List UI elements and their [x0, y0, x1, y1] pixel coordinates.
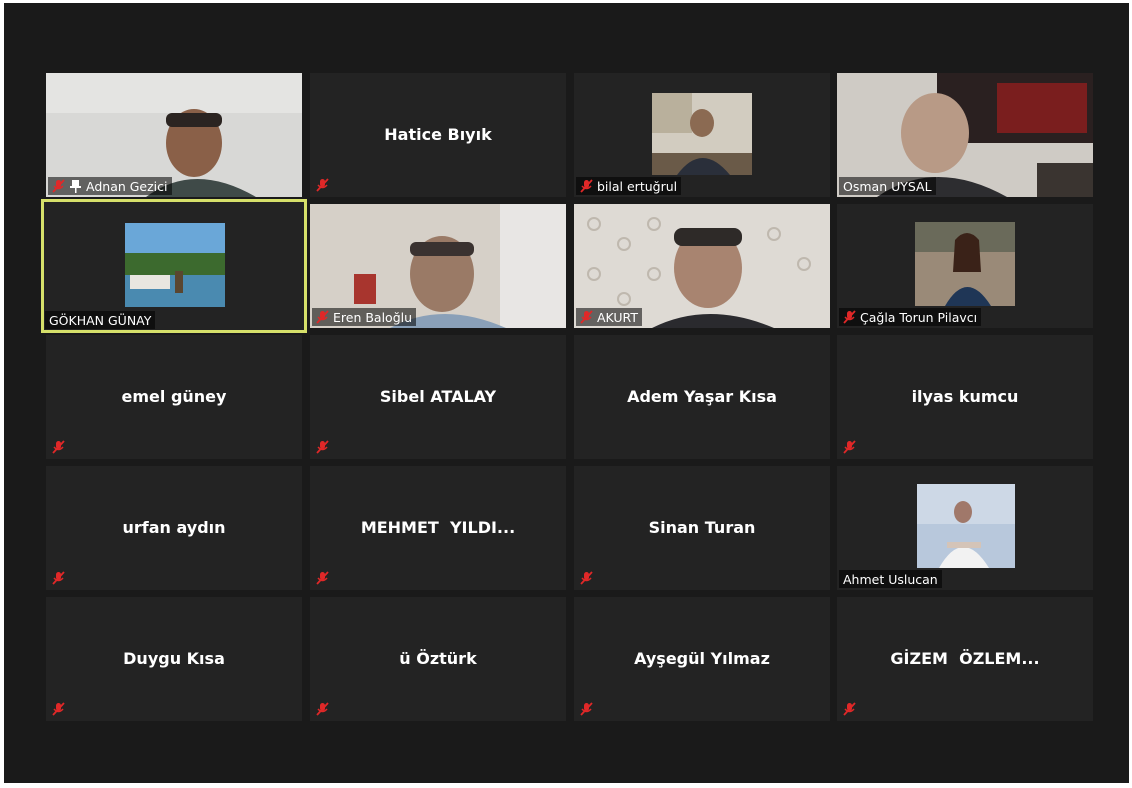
- muted-mic-icon: [580, 701, 593, 716]
- participant-tile-adnan-gezici[interactable]: Adnan Gezici: [46, 73, 302, 197]
- participant-tile-sinan-turan[interactable]: Sinan Turan: [574, 466, 830, 590]
- participant-tile-urfan-aydin[interactable]: urfan aydın: [46, 466, 302, 590]
- participant-name-label: Eren Baloğlu: [312, 308, 417, 326]
- muted-mic-icon: [52, 179, 65, 193]
- participant-name-label: Osman UYSAL: [839, 177, 936, 195]
- participant-tile-hatice-biyik[interactable]: Hatice Bıyık: [310, 73, 566, 197]
- participant-video: [917, 484, 1015, 568]
- participant-name: Duygu Kısa: [123, 649, 225, 668]
- participant-name: MEHMET YILDI...: [360, 518, 516, 537]
- participant-name: Çağla Torun Pilavcı: [860, 309, 978, 325]
- participant-name: Eren Baloğlu: [333, 309, 413, 325]
- participant-name: GİZEM ÖZLEM...: [890, 649, 1040, 668]
- pin-icon: [69, 179, 82, 193]
- participant-name-label: bilal ertuğrul: [576, 177, 682, 195]
- participant-video: [125, 223, 225, 307]
- participant-tile-eren-baloglu[interactable]: Eren Baloğlu: [310, 204, 566, 328]
- participant-name: ü Öztürk: [399, 649, 477, 668]
- participant-tile-gokhan-gunay[interactable]: GÖKHAN GÜNAY: [41, 199, 307, 333]
- muted-mic-icon: [316, 570, 329, 585]
- participant-tile-bilal-ertugrul[interactable]: bilal ertuğrul: [574, 73, 830, 197]
- muted-mic-icon: [580, 179, 593, 193]
- muted-mic-icon: [316, 310, 329, 324]
- muted-mic-icon: [52, 570, 65, 585]
- participant-tile-adem-yasar-kisa[interactable]: Adem Yaşar Kısa: [574, 335, 830, 459]
- participant-name: Ahmet Uslucan: [843, 571, 938, 587]
- participant-name: urfan aydın: [122, 518, 226, 537]
- participant-name: Sibel ATALAY: [379, 387, 497, 406]
- muted-mic-icon: [580, 570, 593, 585]
- participant-name-label: Adnan Gezici: [48, 177, 172, 195]
- participant-name: Adem Yaşar Kısa: [627, 387, 777, 406]
- muted-mic-icon: [843, 439, 856, 454]
- participant-tile-osman-uysal[interactable]: Osman UYSAL: [837, 73, 1093, 197]
- participant-name: Hatice Bıyık: [384, 125, 492, 144]
- participant-name: bilal ertuğrul: [597, 178, 678, 194]
- participant-tile-emel-guney[interactable]: emel güney: [46, 335, 302, 459]
- participant-tile-ilyas-kumcu[interactable]: ilyas kumcu: [837, 335, 1093, 459]
- participant-name: Ayşegül Yılmaz: [634, 649, 770, 668]
- muted-mic-icon: [316, 439, 329, 454]
- participant-name: Osman UYSAL: [843, 178, 932, 194]
- gallery-view: Adnan Gezici Hatice Bıyık bilal ertuğrul: [4, 3, 1129, 783]
- participant-name-label: AKURT: [576, 308, 642, 326]
- participant-name: emel güney: [121, 387, 227, 406]
- participant-name: Sinan Turan: [648, 518, 756, 537]
- participant-name-label: Çağla Torun Pilavcı: [839, 308, 982, 326]
- participant-name: AKURT: [597, 309, 638, 325]
- participant-tile-u-ozturk[interactable]: ü Öztürk: [310, 597, 566, 721]
- participant-tile-aysegul-yilmaz[interactable]: Ayşegül Yılmaz: [574, 597, 830, 721]
- participant-name-label: Ahmet Uslucan: [839, 570, 942, 588]
- participant-tile-mehmet-yildi[interactable]: MEHMET YILDI...: [310, 466, 566, 590]
- participant-video: [652, 93, 752, 175]
- participant-name: Adnan Gezici: [86, 178, 168, 194]
- participant-tile-sibel-atalay[interactable]: Sibel ATALAY: [310, 335, 566, 459]
- muted-mic-icon: [52, 439, 65, 454]
- participant-name: ilyas kumcu: [911, 387, 1019, 406]
- muted-mic-icon: [316, 701, 329, 716]
- muted-mic-icon: [580, 310, 593, 324]
- participant-tile-akurt[interactable]: AKURT: [574, 204, 830, 328]
- muted-mic-icon: [316, 177, 329, 192]
- participant-name: GÖKHAN GÜNAY: [49, 312, 152, 328]
- participant-name-label: GÖKHAN GÜNAY: [45, 311, 156, 329]
- participant-tile-gizem-ozlem[interactable]: GİZEM ÖZLEM...: [837, 597, 1093, 721]
- participant-video: [915, 222, 1015, 306]
- muted-mic-icon: [843, 701, 856, 716]
- participant-tile-cagla-torun-pilavci[interactable]: Çağla Torun Pilavcı: [837, 204, 1093, 328]
- participant-tile-ahmet-uslucan[interactable]: Ahmet Uslucan: [837, 466, 1093, 590]
- muted-mic-icon: [52, 701, 65, 716]
- muted-mic-icon: [843, 310, 856, 324]
- participant-tile-duygu-kisa[interactable]: Duygu Kısa: [46, 597, 302, 721]
